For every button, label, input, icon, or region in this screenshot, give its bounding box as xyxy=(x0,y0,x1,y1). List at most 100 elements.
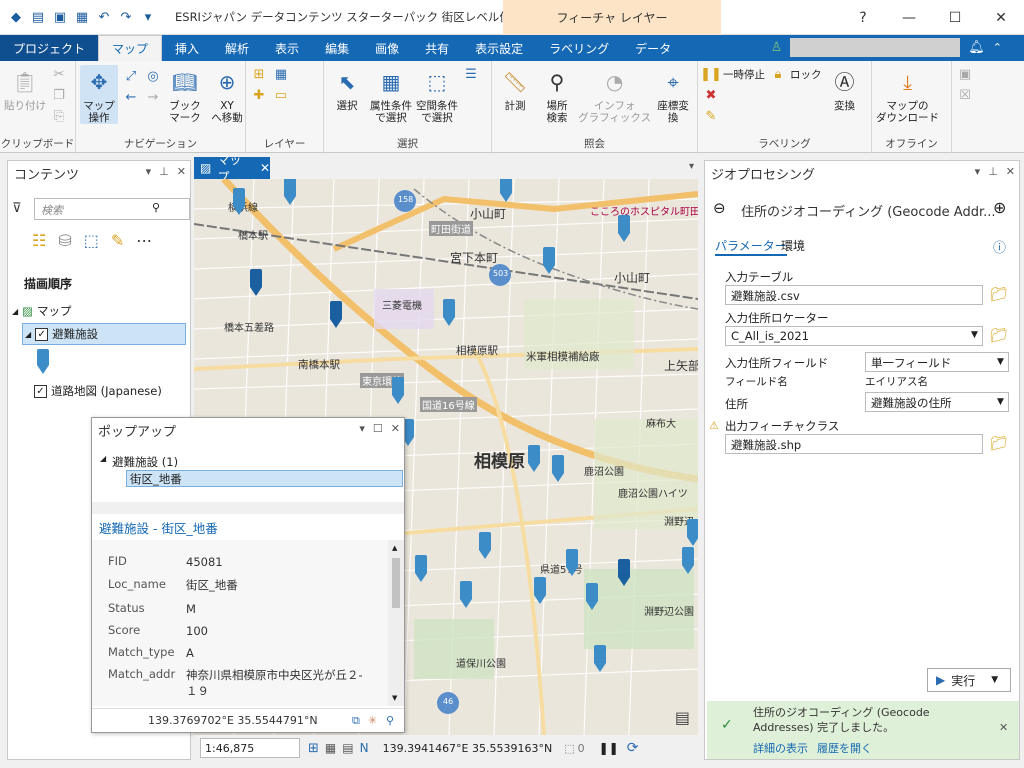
add-data-icon[interactable]: ⊞ xyxy=(250,65,268,83)
open-project-icon[interactable]: ▣ xyxy=(52,10,68,25)
add-graphics-icon[interactable]: ▭ xyxy=(272,86,290,104)
tab-labeling[interactable]: ラベリング xyxy=(536,35,622,61)
tab-map-view[interactable]: ▨ マップ ✕ xyxy=(194,153,270,184)
tab-edit[interactable]: 編集 xyxy=(312,35,362,61)
basemap-visibility-checkbox[interactable]: ✓ xyxy=(34,384,47,398)
scroll-down-icon[interactable]: ▼ xyxy=(392,694,397,702)
address-fields-select[interactable]: 単一フィールド xyxy=(865,352,1009,372)
locator-select[interactable]: C_All_is_2021 xyxy=(725,326,983,346)
output-field[interactable]: 避難施設.shp xyxy=(725,434,983,454)
label-priority-icon[interactable]: ✎ xyxy=(702,107,720,125)
add-preset-icon[interactable]: ✚ xyxy=(250,86,268,104)
globe-icon[interactable]: ◎ xyxy=(144,67,162,85)
user-icon[interactable]: ♙ xyxy=(771,40,783,55)
refresh-icon[interactable]: ⟳ xyxy=(627,740,639,756)
expand-triangle-icon[interactable]: ◢ xyxy=(25,330,31,339)
explore-button[interactable]: ✥ マップ 操作 xyxy=(80,65,118,124)
shelter-pin[interactable] xyxy=(500,179,512,202)
tree-map[interactable]: ◢ ▨ マップ xyxy=(12,303,72,319)
close-map-tab-icon[interactable]: ✕ xyxy=(260,161,270,175)
select-button[interactable]: ⬉ 選択 xyxy=(328,65,366,112)
popup-tree-feature[interactable]: 街区_地番 xyxy=(126,470,403,487)
chevron-down-icon[interactable]: ▼ xyxy=(997,397,1004,407)
copy-icon[interactable]: ❐ xyxy=(50,86,68,104)
tree-layer-basemap[interactable]: ✓ 道路地図 (Japanese) xyxy=(34,383,162,399)
shelter-pin[interactable] xyxy=(586,583,598,610)
scroll-thumb[interactable] xyxy=(392,558,400,608)
browse-folder-icon[interactable]: 📁︎ xyxy=(990,287,1008,303)
view-details-link[interactable]: 詳細の表示 xyxy=(753,740,808,756)
pause-labeling-button[interactable]: ❚❚ 一時停止 xyxy=(700,65,765,83)
new-project-icon[interactable]: ▤ xyxy=(30,10,46,25)
shelter-pin[interactable] xyxy=(479,532,491,559)
flash-feature-icon[interactable]: ✳ xyxy=(368,714,377,727)
customize-qat-icon[interactable]: ▾ xyxy=(140,10,156,25)
infographics-button[interactable]: ◔ インフォ グラフィックス xyxy=(578,65,651,124)
shelter-pin[interactable] xyxy=(392,377,404,404)
tab-imagery[interactable]: 画像 xyxy=(362,35,412,61)
basemap-icon[interactable]: ▦ xyxy=(272,65,290,83)
back-icon[interactable]: ← xyxy=(122,88,140,106)
lock-labeling-button[interactable]: 🔒︎ ロック xyxy=(769,65,822,83)
maximize-button[interactable]: ☐ xyxy=(932,0,978,35)
scale-dropdown[interactable]: 1:46,875 xyxy=(200,738,300,758)
input-table-field[interactable]: 避難施設.csv xyxy=(725,285,983,305)
tab-list-dropdown-icon[interactable]: ▾ xyxy=(689,161,694,172)
close-pane-icon[interactable]: ✕ xyxy=(177,165,186,178)
save-icon[interactable]: ▦ xyxy=(74,10,90,25)
tab-data[interactable]: データ xyxy=(622,35,684,61)
close-pane-icon[interactable]: ✕ xyxy=(1006,165,1015,178)
shelter-pin[interactable] xyxy=(284,179,296,205)
bookmarks-button[interactable]: 📖︎ ブック マーク xyxy=(166,65,204,124)
browse-folder-icon[interactable]: 📁︎ xyxy=(990,436,1008,452)
popup-close-icon[interactable]: ✕ xyxy=(391,422,400,435)
chevron-down-icon[interactable]: ▼ xyxy=(991,675,998,685)
browse-folder-icon[interactable]: 📁︎ xyxy=(990,328,1008,344)
select-by-location-button[interactable]: ⬚ 空間条件 で選択 xyxy=(416,65,458,124)
expand-triangle-icon[interactable]: ◢ xyxy=(100,454,106,470)
shelter-pin[interactable] xyxy=(460,581,472,608)
convert-labels-button[interactable]: Ⓐ 変換 xyxy=(826,65,864,112)
shelter-pin[interactable] xyxy=(594,645,606,672)
close-button[interactable]: ✕ xyxy=(978,0,1024,35)
measure-button[interactable]: 📏︎ 計測 xyxy=(496,65,534,112)
popup-scrollbar[interactable]: ▲ ▼ xyxy=(388,540,404,706)
remove-offline-icon[interactable]: ☒ xyxy=(956,86,974,104)
sync-icon[interactable]: ▣ xyxy=(956,65,974,83)
north-arrow-icon[interactable]: N xyxy=(360,741,369,755)
popup-splitter[interactable] xyxy=(92,502,404,514)
dismiss-message-icon[interactable]: ✕ xyxy=(999,721,1008,734)
go-to-xy-button[interactable]: ⊕ XY へ移動 xyxy=(208,65,246,124)
shelter-pin-selected[interactable] xyxy=(618,559,630,586)
filter-icon[interactable]: ⊽ xyxy=(12,201,22,216)
editing-icon[interactable]: ✎ xyxy=(111,231,124,250)
copy-path-icon[interactable]: ⎘ xyxy=(50,107,68,125)
cut-icon[interactable]: ✂ xyxy=(50,65,68,83)
grid-icon[interactable]: ▦ xyxy=(325,741,336,755)
more-icon[interactable]: ⋯ xyxy=(136,231,152,250)
layer-visibility-checkbox[interactable]: ✓ xyxy=(35,327,49,341)
options-dropdown-icon[interactable]: ▾ xyxy=(975,165,981,178)
tree-layer-shelters[interactable]: ◢ ✓ 避難施設 xyxy=(22,323,186,345)
zoom-to-feature-icon[interactable]: ⧉ xyxy=(352,714,360,728)
tab-appearance[interactable]: 表示設定 xyxy=(462,35,536,61)
tab-view[interactable]: 表示 xyxy=(262,35,312,61)
redo-icon[interactable]: ↷ xyxy=(118,10,134,25)
chevron-down-icon[interactable]: ▼ xyxy=(997,357,1004,367)
popup-maximize-icon[interactable]: ☐ xyxy=(373,422,383,435)
tab-share[interactable]: 共有 xyxy=(412,35,462,61)
pause-drawing-icon[interactable]: ❚❚ xyxy=(599,741,619,755)
tab-analysis[interactable]: 解析 xyxy=(212,35,262,61)
shelter-pin[interactable] xyxy=(687,519,698,546)
view-unplaced-icon[interactable]: ✖ xyxy=(702,86,720,104)
help-icon[interactable]: ⓘ xyxy=(993,237,1006,256)
contents-search-input[interactable]: 検索 xyxy=(34,198,190,220)
tab-environments[interactable]: 環境 xyxy=(781,237,805,254)
tab-project[interactable]: プロジェクト xyxy=(0,35,98,61)
pin-icon[interactable]: ⊥ xyxy=(988,165,998,178)
shelter-pin[interactable] xyxy=(543,247,555,274)
shelter-pin[interactable] xyxy=(330,301,342,328)
locate-button[interactable]: ⚲ 場所 検索 xyxy=(538,65,576,124)
shelter-pin[interactable] xyxy=(682,547,694,574)
shelter-pin[interactable] xyxy=(250,269,262,296)
